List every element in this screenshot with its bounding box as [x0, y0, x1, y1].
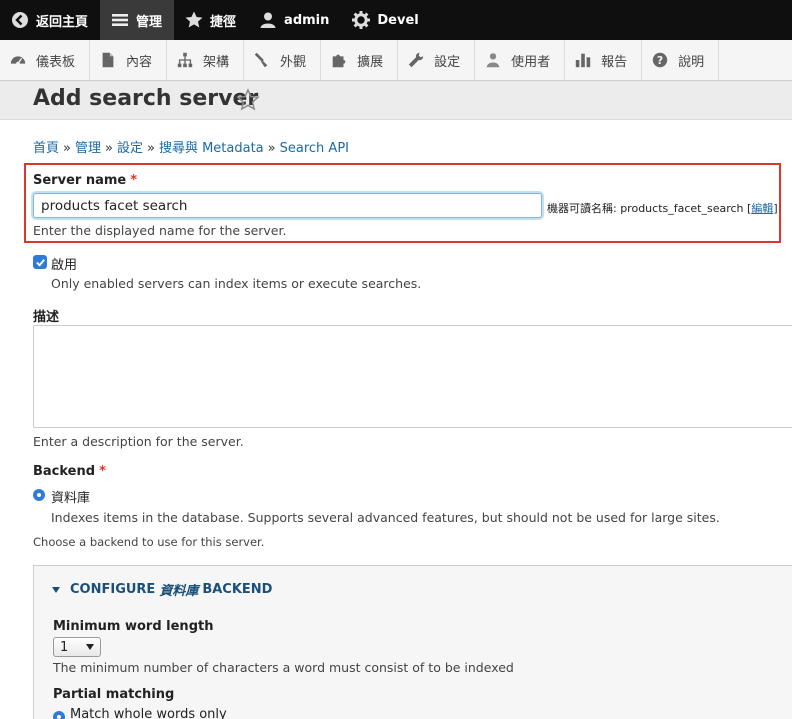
- required-marker: *: [99, 464, 106, 479]
- breadcrumb-separator: »: [105, 141, 113, 156]
- description-textarea[interactable]: [33, 325, 792, 428]
- enabled-checkbox[interactable]: [33, 255, 47, 269]
- enabled-description: Only enabled servers can index items or …: [51, 276, 422, 291]
- tray-item-configuration[interactable]: 設定: [398, 40, 476, 80]
- devel-label: Devel: [377, 12, 419, 28]
- tray-item-content[interactable]: 內容: [90, 40, 168, 80]
- people-icon: [483, 50, 503, 70]
- partial-matching-option[interactable]: Match whole words only: [70, 707, 227, 719]
- help-icon: ?: [650, 50, 670, 70]
- devel-tab[interactable]: Devel: [341, 0, 430, 40]
- partial-matching-label: Partial matching: [53, 687, 175, 702]
- back-to-site-label: 返回主頁: [36, 14, 89, 30]
- paintbrush-icon: [252, 50, 272, 70]
- required-marker: *: [130, 173, 138, 188]
- tray-label-appearance: 外觀: [280, 54, 307, 70]
- server-name-label: Server name *: [33, 173, 137, 188]
- tray-label-content: 內容: [126, 54, 153, 70]
- machine-name-close: ]: [773, 202, 778, 215]
- shortcut-star-icon[interactable]: [236, 88, 260, 112]
- breadcrumb: 首頁» 管理» 設定» 搜尋與 Metadata» Search API: [33, 137, 349, 156]
- min-word-length-value: 1: [60, 639, 69, 655]
- gear-icon: [351, 10, 371, 30]
- svg-text:?: ?: [657, 54, 663, 67]
- shortcuts-tab[interactable]: 捷徑: [174, 0, 248, 40]
- breadcrumb-search-api[interactable]: Search API: [280, 141, 349, 156]
- star-icon: [184, 10, 204, 30]
- page-header: Add search server: [0, 82, 792, 120]
- breadcrumb-separator: »: [63, 141, 71, 156]
- tray-label-configuration: 設定: [434, 54, 461, 70]
- backend-label-text: Backend: [33, 464, 96, 479]
- breadcrumb-admin[interactable]: 管理: [75, 141, 101, 156]
- structure-icon: [175, 50, 195, 70]
- partial-matching-radio[interactable]: [53, 711, 65, 719]
- tray-label-extend: 擴展: [357, 54, 384, 70]
- admin-toolbar: 返回主頁 管理 捷徑 admin Devel: [0, 0, 792, 40]
- enabled-label[interactable]: 啟用: [51, 254, 77, 273]
- tray-label-structure: 架構: [203, 54, 230, 70]
- dashboard-icon: [8, 50, 28, 70]
- back-arrow-icon: [10, 10, 30, 30]
- tray-item-dashboard[interactable]: 儀表板: [0, 40, 91, 80]
- user-label: admin: [284, 12, 330, 28]
- expand-triangle-icon: [52, 586, 60, 593]
- tray-label-reports: 報告: [601, 54, 628, 70]
- tray-item-people[interactable]: 使用者: [475, 40, 566, 80]
- bar-chart-icon: [573, 50, 593, 70]
- page-title: Add search server: [33, 86, 259, 111]
- admin-menu-tray: 儀表板 內容 架構 外觀 擴展 設定 使用者 報告 ? 說明: [0, 40, 792, 81]
- tray-item-help[interactable]: ? 說明: [642, 40, 720, 80]
- wrench-icon: [406, 50, 426, 70]
- breadcrumb-search-metadata[interactable]: 搜尋與 Metadata: [159, 141, 264, 156]
- backend-option-description: Indexes items in the database. Supports …: [51, 510, 720, 525]
- tray-item-reports[interactable]: 報告: [565, 40, 643, 80]
- tray-item-appearance[interactable]: 外觀: [244, 40, 322, 80]
- machine-name-edit-link[interactable]: 編輯: [751, 202, 773, 215]
- configure-backend-name: 資料庫: [159, 584, 199, 599]
- shortcuts-label: 捷徑: [210, 14, 237, 30]
- tray-label-help: 說明: [678, 54, 705, 70]
- configure-suffix: BACKEND: [202, 582, 273, 597]
- manage-tab[interactable]: 管理: [100, 0, 175, 40]
- breadcrumb-separator: »: [267, 141, 276, 156]
- min-word-length-select[interactable]: 1: [53, 637, 101, 657]
- backend-description: Choose a backend to use for this server.: [33, 535, 265, 549]
- breadcrumb-config[interactable]: 設定: [117, 141, 143, 156]
- checkmark-icon: [35, 258, 45, 267]
- puzzle-icon: [329, 50, 349, 70]
- user-tab[interactable]: admin: [248, 0, 341, 40]
- min-word-length-label: Minimum word length: [53, 619, 214, 634]
- min-word-length-description: The minimum number of characters a word …: [53, 660, 514, 675]
- machine-name-text: 機器可讀名稱: products_facet_search [: [547, 202, 752, 215]
- machine-name: 機器可讀名稱: products_facet_search [編輯]: [547, 200, 778, 216]
- breadcrumb-home[interactable]: 首頁: [33, 141, 59, 156]
- server-name-input[interactable]: [33, 193, 542, 218]
- backend-option-label[interactable]: 資料庫: [51, 487, 90, 506]
- description-label: 描述: [33, 310, 60, 325]
- chevron-down-icon: [86, 644, 94, 650]
- back-to-site-link[interactable]: 返回主頁: [0, 0, 100, 40]
- menu-icon: [110, 10, 130, 30]
- backend-radio-database[interactable]: [33, 489, 45, 501]
- user-icon: [258, 10, 278, 30]
- backend-label: Backend *: [33, 464, 106, 479]
- tray-item-structure[interactable]: 架構: [167, 40, 245, 80]
- description-help: Enter a description for the server.: [33, 434, 244, 449]
- document-icon: [98, 50, 118, 70]
- server-name-description: Enter the displayed name for the server.: [33, 223, 287, 238]
- tray-label-people: 使用者: [511, 54, 551, 70]
- tray-label-dashboard: 儀表板: [36, 54, 76, 70]
- breadcrumb-separator: »: [146, 141, 155, 156]
- manage-label: 管理: [136, 14, 163, 30]
- configure-backend-summary[interactable]: CONFIGURE 資料庫 BACKEND: [52, 580, 272, 599]
- server-name-label-text: Server name: [33, 173, 127, 188]
- configure-prefix: CONFIGURE: [70, 582, 156, 597]
- tray-item-extend[interactable]: 擴展: [321, 40, 399, 80]
